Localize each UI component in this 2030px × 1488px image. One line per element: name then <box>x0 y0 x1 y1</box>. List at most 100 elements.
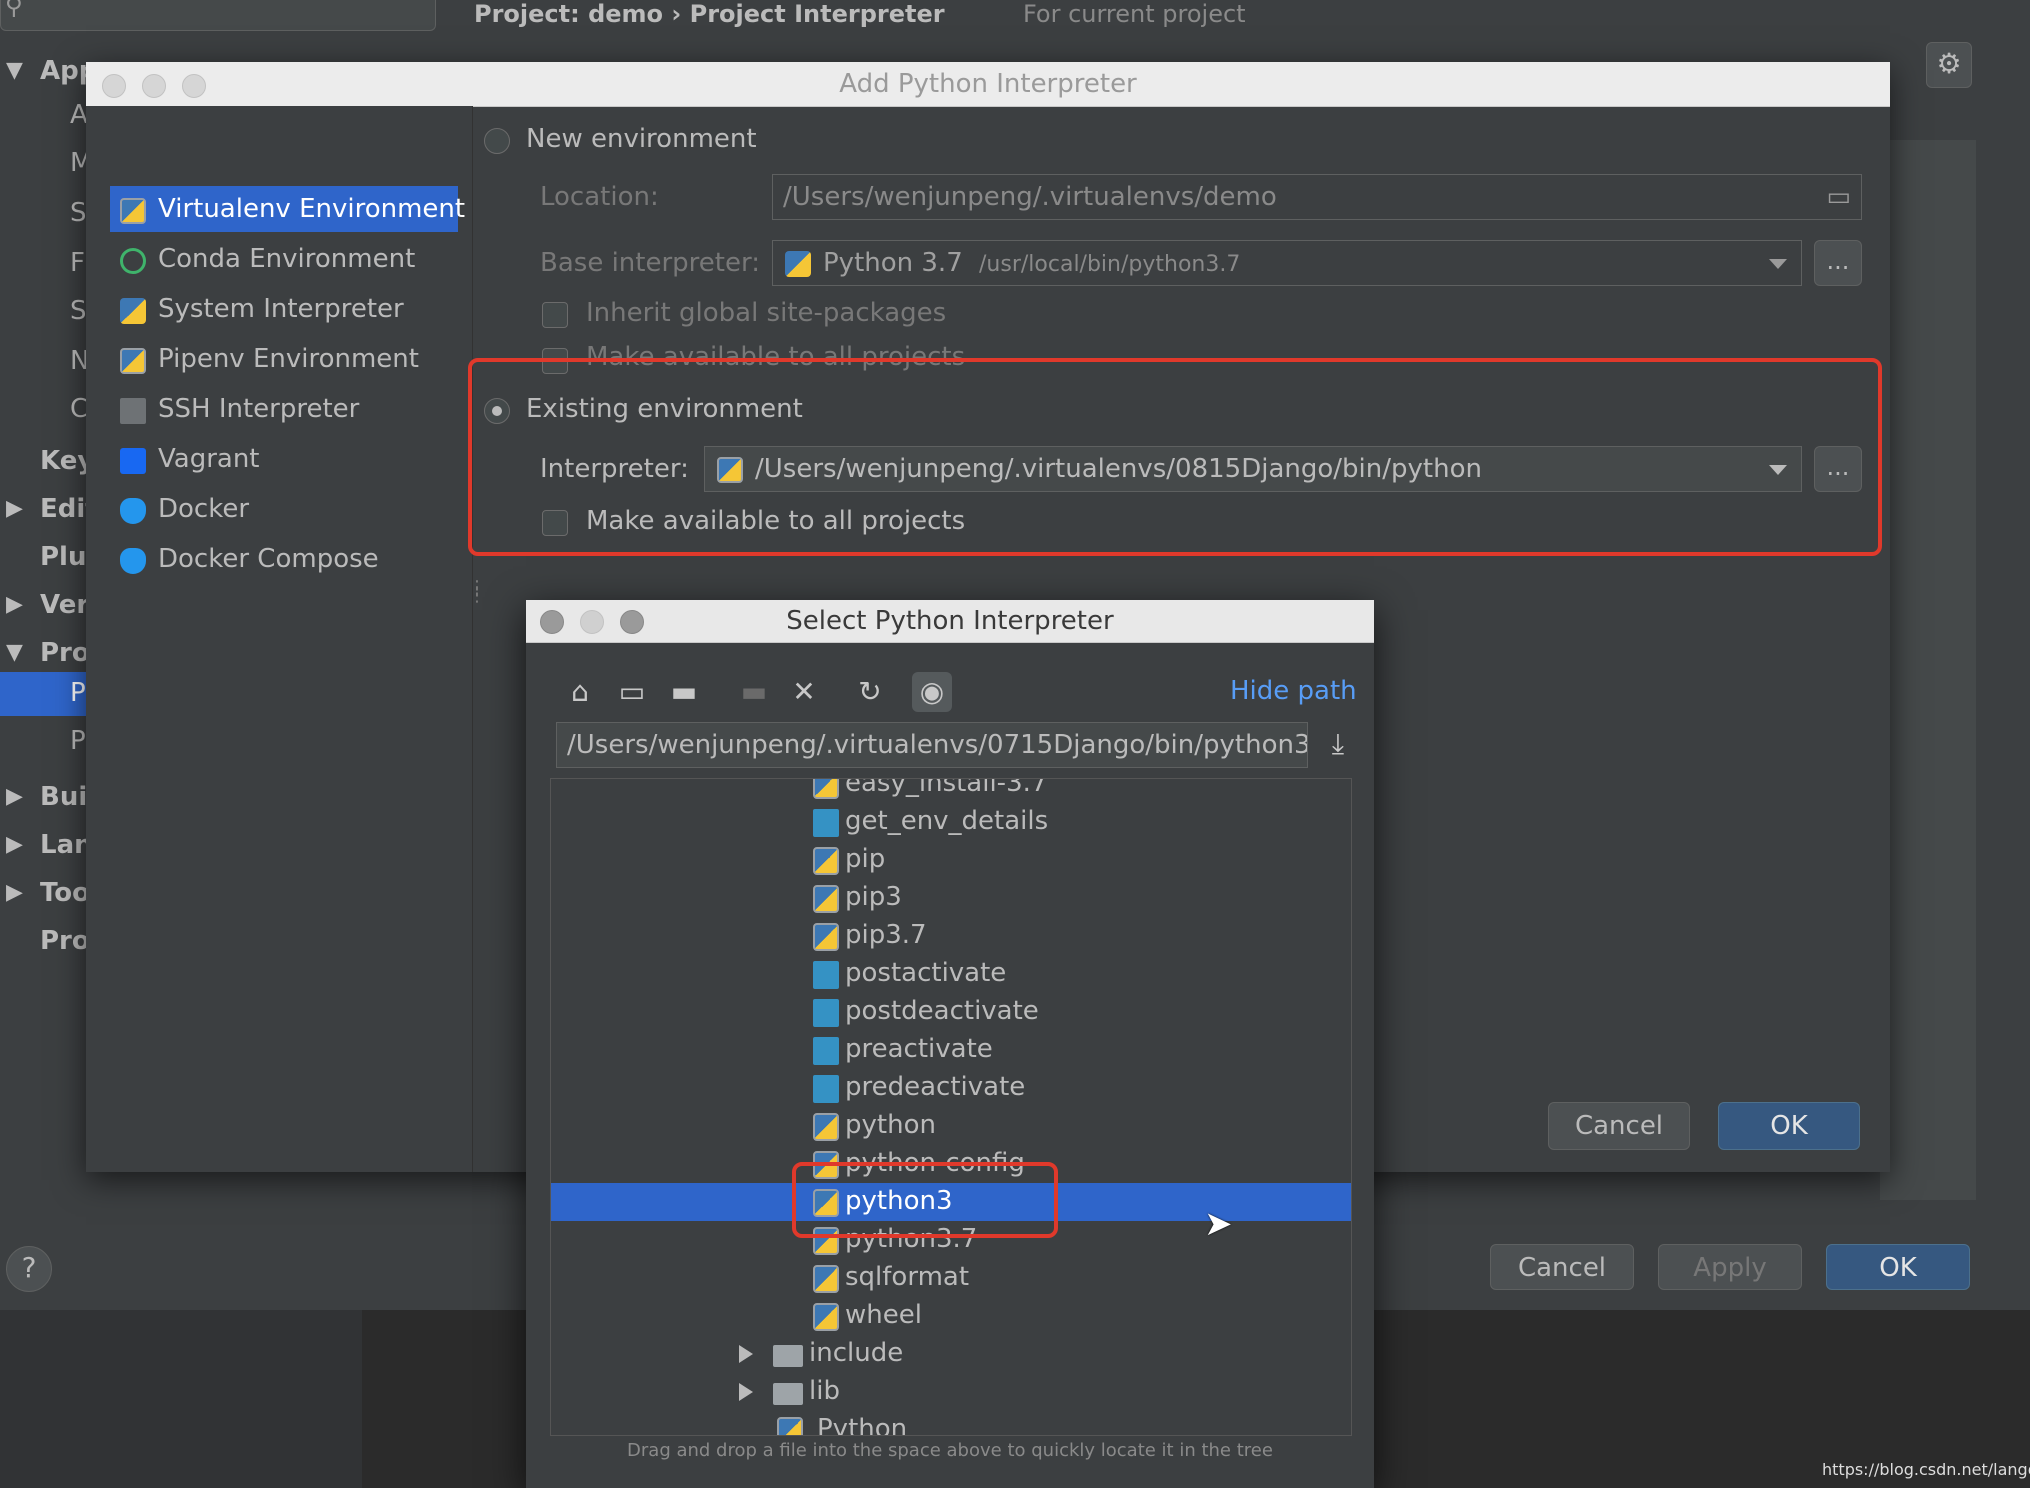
tree-item[interactable]: easy_install-3.7 <box>551 779 1351 803</box>
zoom-window-button[interactable] <box>620 610 644 634</box>
resize-handle[interactable]: ⋮ ⋮ <box>468 579 486 605</box>
tree-item[interactable]: Python <box>551 1411 1351 1435</box>
base-interpreter-label: Base interpreter: <box>540 248 760 278</box>
new-folder-icon[interactable]: ▬ <box>734 672 774 712</box>
settings-sub-item[interactable]: S <box>70 296 87 326</box>
inherit-site-packages-label: Inherit global site-packages <box>586 298 947 328</box>
sidebar-item-label: Virtualenv Environment <box>158 194 466 224</box>
chevron-down-icon <box>1769 259 1787 269</box>
desktop-icon[interactable]: ▭ <box>612 672 652 712</box>
refresh-icon[interactable]: ↻ <box>850 672 890 712</box>
python-file-icon <box>813 847 839 875</box>
zoom-window-button[interactable] <box>182 74 206 98</box>
location-label: Location: <box>540 182 659 212</box>
shell-script-icon <box>813 961 839 989</box>
tree-item[interactable]: postdeactivate <box>551 993 1351 1031</box>
watermark: https://blog.csdn.net/langdei <box>1822 1460 2030 1479</box>
sidebar-item-docker-compose[interactable]: Docker Compose <box>110 536 458 582</box>
sidebar-item-label: SSH Interpreter <box>158 394 360 424</box>
gear-icon[interactable]: ⚙ <box>1926 42 1972 88</box>
new-environment-radio[interactable] <box>484 128 510 154</box>
sidebar-item-ssh[interactable]: SSH Interpreter <box>110 386 458 432</box>
sidebar-item-virtualenv[interactable]: Virtualenv Environment <box>110 186 465 232</box>
inherit-site-packages-checkbox[interactable] <box>542 302 568 328</box>
shell-script-icon <box>813 1037 839 1065</box>
search-icon: ⚲ <box>5 0 23 20</box>
tree-item[interactable]: wheel <box>551 1297 1351 1335</box>
python-file-icon <box>813 1113 839 1141</box>
docker-icon <box>120 498 146 524</box>
tree-item[interactable]: get_env_details <box>551 803 1351 841</box>
packages-table <box>1880 140 1976 1200</box>
tree-item[interactable]: pip <box>551 841 1351 879</box>
settings-sub-item-selected[interactable]: P <box>70 678 86 708</box>
sidebar-item-vagrant[interactable]: Vagrant <box>110 436 458 482</box>
tree-folder[interactable]: include <box>551 1335 1351 1373</box>
folder-icon <box>773 1383 803 1405</box>
location-field[interactable]: /Users/wenjunpeng/.virtualenvs/demo ▭ <box>772 174 1862 220</box>
tree-item[interactable]: predeactivate <box>551 1069 1351 1107</box>
python-file-icon <box>777 1417 803 1435</box>
tree-item[interactable]: postactivate <box>551 955 1351 993</box>
python-file-icon <box>813 1265 839 1293</box>
path-field[interactable]: /Users/wenjunpeng/.virtualenvs/0715Djang… <box>556 722 1308 768</box>
shell-script-icon <box>813 999 839 1027</box>
add-dialog-cancel-button[interactable]: Cancel <box>1548 1102 1690 1150</box>
settings-sub-item[interactable]: S <box>70 198 87 228</box>
settings-sub-item[interactable]: F <box>70 248 85 278</box>
drag-drop-hint: Drag and drop a file into the space abov… <box>627 1440 1273 1461</box>
settings-sub-item[interactable]: P <box>70 726 86 756</box>
pipenv-icon <box>120 348 146 374</box>
file-tree: easy_install-3.7 get_env_details pip pip… <box>550 778 1352 1436</box>
settings-search-input[interactable]: ⚲ <box>0 0 436 31</box>
tree-item[interactable]: python <box>551 1107 1351 1145</box>
tree-item[interactable]: sqlformat <box>551 1259 1351 1297</box>
delete-icon[interactable]: ✕ <box>784 672 824 712</box>
expand-arrow-icon[interactable] <box>739 1383 753 1401</box>
python-icon <box>785 251 811 277</box>
help-button[interactable]: ? <box>6 1246 52 1292</box>
desktop-area-left <box>0 1310 362 1488</box>
python-file-icon <box>813 779 839 799</box>
python-icon <box>120 298 146 324</box>
base-interpreter-browse-button[interactable]: ... <box>1814 240 1862 286</box>
expand-arrow-icon[interactable] <box>739 1345 753 1363</box>
tree-item[interactable]: pip3.7 <box>551 917 1351 955</box>
hide-path-link[interactable]: Hide path <box>1230 676 1357 706</box>
sidebar-item-pipenv[interactable]: Pipenv Environment <box>110 336 458 382</box>
close-window-button[interactable] <box>102 74 126 98</box>
virtualenv-icon <box>120 198 146 224</box>
project-folder-icon[interactable]: ▬ <box>664 672 704 712</box>
settings-ok-button[interactable]: OK <box>1826 1244 1970 1290</box>
home-icon[interactable]: ⌂ <box>560 672 600 712</box>
close-window-button[interactable] <box>540 610 564 634</box>
dialog-title: Add Python Interpreter <box>86 62 1890 107</box>
sidebar-item-label: Conda Environment <box>158 244 416 274</box>
sidebar-item-docker[interactable]: Docker <box>110 486 458 532</box>
highlight-box-existing-environment <box>468 358 1882 556</box>
settings-apply-button[interactable]: Apply <box>1658 1244 1802 1290</box>
shell-script-icon <box>813 1075 839 1103</box>
terminal-icon <box>120 398 146 424</box>
tree-item[interactable]: preactivate <box>551 1031 1351 1069</box>
folder-icon[interactable]: ▭ <box>1826 175 1851 219</box>
minimize-window-button[interactable] <box>580 610 604 634</box>
python-file-icon <box>813 923 839 951</box>
settings-cancel-button[interactable]: Cancel <box>1490 1244 1634 1290</box>
download-icon[interactable]: ⤓ <box>1318 724 1358 764</box>
tree-item[interactable]: pip3 <box>551 879 1351 917</box>
sidebar-item-system[interactable]: System Interpreter <box>110 286 458 332</box>
tree-folder[interactable]: lib <box>551 1373 1351 1411</box>
sidebar-item-label: Docker <box>158 494 250 524</box>
show-hidden-files-icon[interactable]: ◉ <box>912 672 952 712</box>
dialog-title: Select Python Interpreter <box>526 600 1374 643</box>
add-dialog-ok-button[interactable]: OK <box>1718 1102 1860 1150</box>
minimize-window-button[interactable] <box>142 74 166 98</box>
sidebar-item-label: Docker Compose <box>158 544 379 574</box>
conda-icon <box>120 248 146 274</box>
folder-icon <box>773 1345 803 1367</box>
sidebar-item-conda[interactable]: Conda Environment <box>110 236 458 282</box>
mouse-cursor-icon: ➤ <box>1204 1204 1233 1244</box>
highlight-box-python3 <box>792 1162 1058 1238</box>
base-interpreter-dropdown[interactable]: Python 3.7 /usr/local/bin/python3.7 <box>772 240 1802 286</box>
